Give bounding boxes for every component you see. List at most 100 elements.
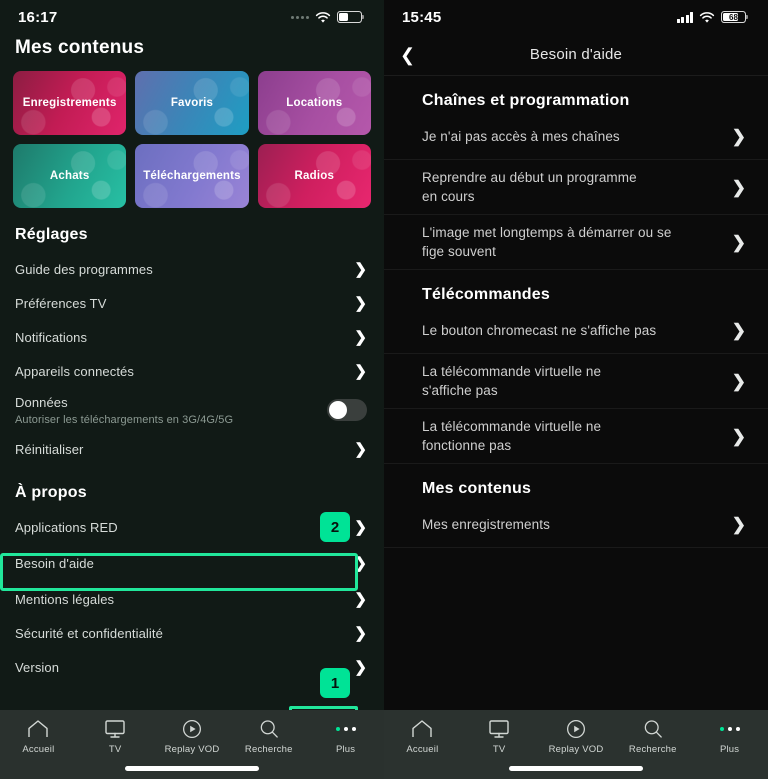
tab-recherche[interactable]: Recherche: [230, 719, 307, 755]
tv-icon: [105, 720, 125, 738]
toggle-knob: [329, 401, 347, 419]
settings-item-preferences-tv[interactable]: Préférences TV ❯: [0, 286, 384, 320]
about-item-label: Applications RED: [15, 519, 118, 535]
settings-item-notifications[interactable]: Notifications ❯: [0, 320, 384, 354]
help-item[interactable]: Mes enregistrements ❯: [384, 502, 768, 548]
tv-icon: [489, 720, 509, 738]
help-item-label: Reprendre au début un programme en cours: [422, 170, 637, 204]
search-icon: [644, 720, 662, 738]
dual-screenshot: 16:17 Mes contenus Enregistrements Favor…: [0, 0, 768, 779]
tab-accueil[interactable]: Accueil: [384, 719, 461, 755]
tab-label: Recherche: [244, 744, 293, 755]
chevron-right-icon: ❯: [354, 658, 367, 676]
tile-label: Enregistrements: [22, 97, 117, 109]
more-dots-icon: [335, 719, 356, 739]
status-indicators: 68: [676, 11, 749, 23]
tile-favoris[interactable]: Favoris: [135, 71, 249, 135]
status-bar-right: 15:45 68: [384, 0, 768, 34]
tab-tv[interactable]: TV: [77, 719, 154, 755]
settings-item-text: Données Autoriser les téléchargements en…: [15, 394, 233, 426]
tab-label: Replay VOD: [548, 744, 604, 755]
chevron-right-icon: ❯: [731, 371, 746, 391]
bottom-tab-bar-left: Accueil TV Replay VOD Recherche Plus: [0, 710, 384, 779]
page-title: Mes contenus: [15, 37, 145, 58]
settings-item-label: Guide des programmes: [15, 261, 153, 277]
tile-locations[interactable]: Locations: [257, 71, 371, 135]
nav-bar: ❮ Besoin d'aide: [384, 34, 768, 76]
home-icon: [412, 720, 433, 737]
help-item-label: La télécommande virtuelle ne s'affiche p…: [422, 364, 602, 398]
settings-item-guide[interactable]: Guide des programmes ❯: [0, 252, 384, 286]
data-toggle-switch[interactable]: [327, 399, 367, 421]
help-item-label: Je n'ai pas accès à mes chaînes: [422, 129, 620, 144]
settings-screen: 16:17 Mes contenus Enregistrements Favor…: [0, 0, 384, 779]
annotation-step-badge-1: 1: [320, 668, 350, 698]
help-item[interactable]: Le bouton chromecast ne s'affiche pas ❯: [384, 308, 768, 354]
tile-telechargements[interactable]: Téléchargements: [135, 144, 249, 208]
play-circle-icon: [566, 720, 585, 738]
tab-plus[interactable]: Plus: [307, 719, 384, 755]
settings-item-donnees[interactable]: Données Autoriser les téléchargements en…: [0, 388, 384, 432]
help-topics-list[interactable]: Chaînes et programmation Je n'ai pas acc…: [384, 76, 768, 779]
about-item-securite-confidentialite[interactable]: Sécurité et confidentialité ❯: [0, 616, 384, 650]
settings-item-appareils-connectes[interactable]: Appareils connectés ❯: [0, 354, 384, 388]
annotation-step-badge-2: 2: [320, 512, 350, 542]
help-item-label: Le bouton chromecast ne s'affiche pas: [422, 323, 657, 338]
status-time: 15:45: [402, 8, 442, 26]
chevron-right-icon: ❯: [731, 321, 746, 340]
help-item[interactable]: L'image met longtemps à démarrer ou se f…: [384, 215, 768, 270]
section-header-chaines: Chaînes et programmation: [422, 92, 630, 109]
tab-label: Accueil: [406, 744, 439, 755]
settings-item-label: Réinitialiser: [15, 441, 84, 457]
battery-icon: [337, 11, 365, 23]
tab-label: Replay VOD: [164, 744, 220, 755]
help-item[interactable]: La télécommande virtuelle ne s'affiche p…: [384, 354, 768, 409]
help-item-label: L'image met longtemps à démarrer ou se f…: [422, 225, 672, 259]
tile-achats[interactable]: Achats: [13, 144, 127, 208]
tab-accueil[interactable]: Accueil: [0, 719, 77, 755]
tile-label: Radios: [294, 170, 335, 182]
help-item[interactable]: Je n'ai pas accès à mes chaînes ❯: [384, 114, 768, 160]
tab-replay-vod[interactable]: Replay VOD: [538, 719, 615, 755]
tile-label: Achats: [49, 170, 90, 182]
tab-label: Plus: [719, 744, 740, 755]
tab-label: Recherche: [628, 744, 677, 755]
signal-dots-icon: [291, 15, 309, 19]
about-item-mentions-legales[interactable]: Mentions légales ❯: [0, 582, 384, 616]
status-time: 16:17: [18, 8, 58, 26]
tab-label: Accueil: [22, 744, 55, 755]
tab-tv[interactable]: TV: [461, 719, 538, 755]
chevron-right-icon: ❯: [354, 328, 367, 346]
settings-item-label: Données: [15, 395, 68, 410]
about-item-label: Version: [15, 659, 60, 675]
wifi-icon: [699, 11, 715, 23]
help-item[interactable]: La télécommande virtuelle ne fonctionne …: [384, 409, 768, 464]
battery-level-label: 68: [729, 12, 738, 22]
chevron-right-icon: ❯: [731, 232, 746, 252]
about-item-besoin-daide[interactable]: Besoin d'aide ❯: [0, 544, 384, 582]
cell-bars-icon: [676, 11, 693, 23]
chevron-right-icon: ❯: [354, 260, 367, 278]
nav-title: Besoin d'aide: [529, 46, 623, 63]
settings-item-reinitialiser[interactable]: Réinitialiser ❯: [0, 432, 384, 466]
tab-replay-vod[interactable]: Replay VOD: [154, 719, 231, 755]
help-screen: 15:45 68 ❮ Besoin d'aide Chaînes et prog…: [384, 0, 768, 779]
chevron-right-icon: ❯: [354, 624, 367, 642]
search-icon: [260, 720, 278, 738]
help-item[interactable]: Reprendre au début un programme en cours…: [384, 160, 768, 215]
tab-recherche[interactable]: Recherche: [614, 719, 691, 755]
home-icon: [28, 720, 49, 737]
tile-enregistrements[interactable]: Enregistrements: [13, 71, 127, 135]
settings-item-label: Notifications: [15, 329, 88, 345]
help-item-label: La télécommande virtuelle ne fonctionne …: [422, 419, 602, 453]
chevron-right-icon: ❯: [354, 362, 367, 380]
status-indicators: [291, 11, 365, 23]
chevron-right-icon: ❯: [731, 426, 746, 446]
tab-plus[interactable]: Plus: [691, 719, 768, 755]
home-indicator: [509, 766, 643, 771]
section-header-a-propos: À propos: [15, 484, 87, 501]
tile-label: Locations: [286, 97, 343, 109]
tile-radios[interactable]: Radios: [257, 144, 371, 208]
about-item-label: Mentions légales: [15, 591, 115, 607]
settings-item-sublabel: Autoriser les téléchargements en 3G/4G/5…: [15, 414, 234, 426]
